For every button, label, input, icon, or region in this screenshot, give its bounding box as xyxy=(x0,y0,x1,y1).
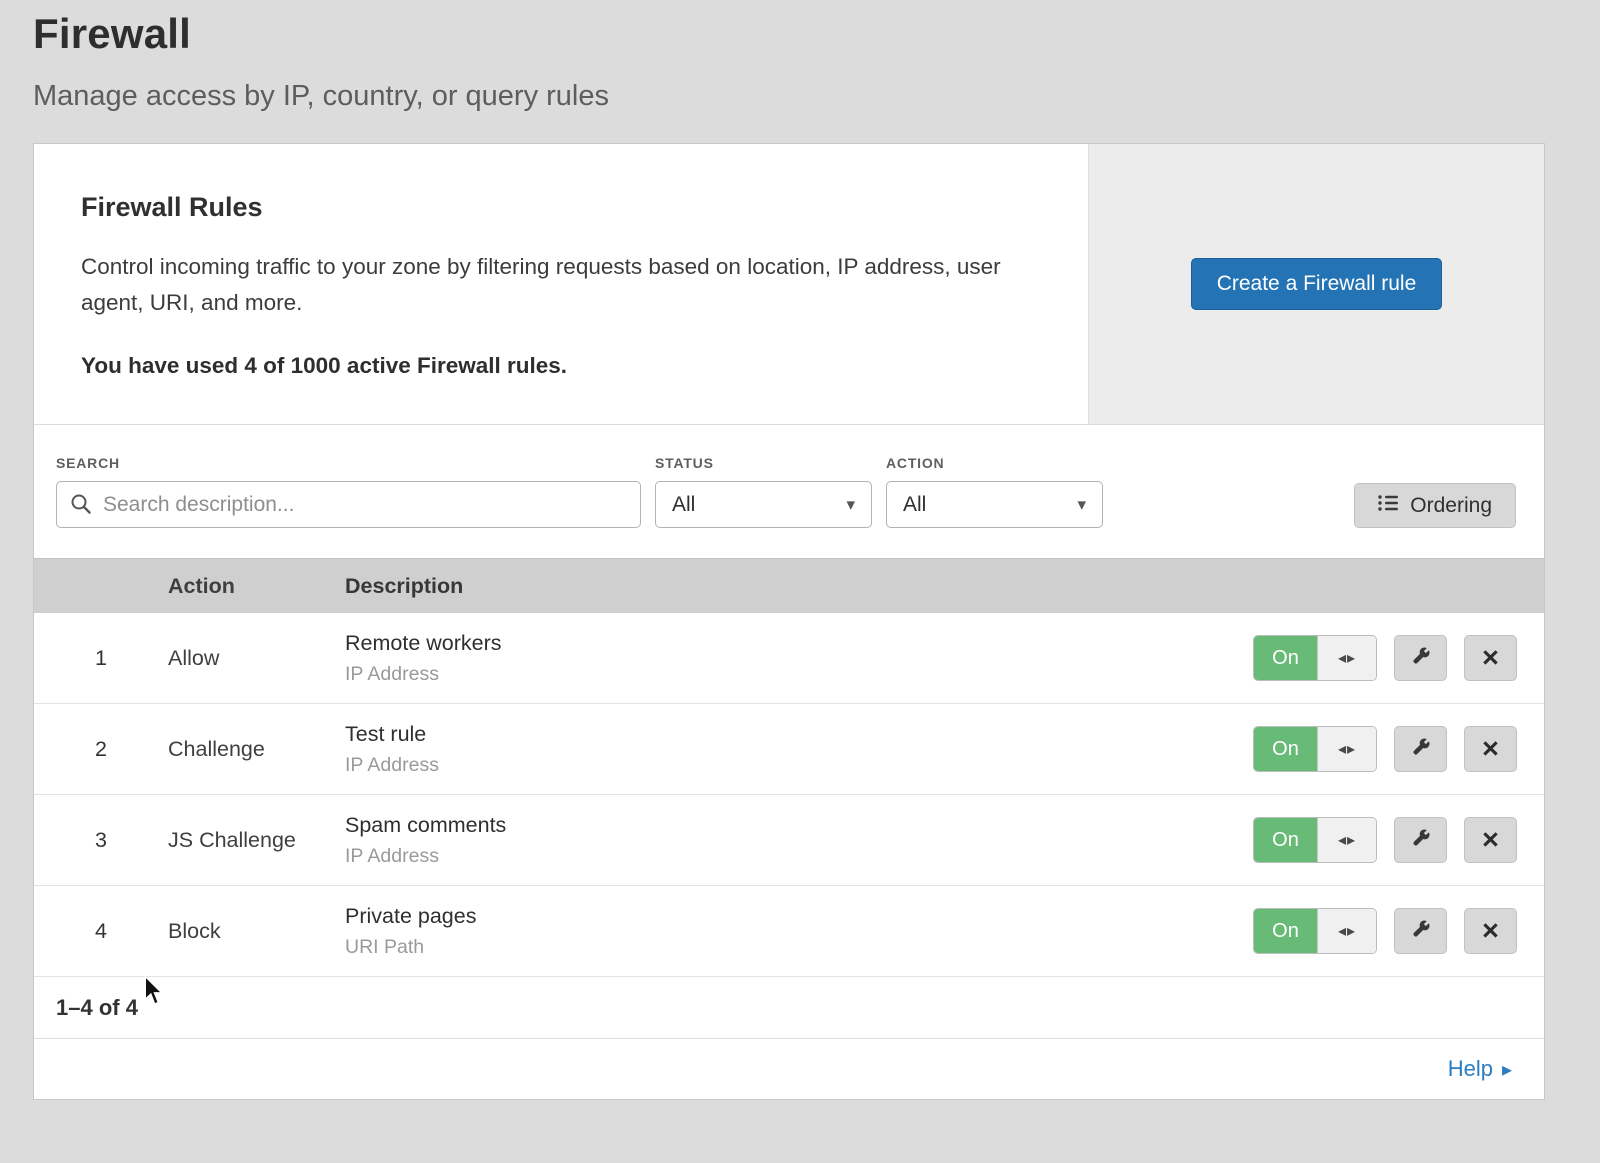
search-group: SEARCH xyxy=(56,455,641,528)
delete-rule-button[interactable]: × xyxy=(1464,817,1517,863)
rule-enabled-toggle[interactable]: On ◂▸ xyxy=(1253,726,1377,772)
card-top-section: Firewall Rules Control incoming traffic … xyxy=(34,144,1544,425)
table-row: 4 Block Private pages URI Path On ◂▸ × xyxy=(34,886,1544,977)
help-link[interactable]: Help ▸ xyxy=(1448,1056,1512,1082)
card-action-panel: Create a Firewall rule xyxy=(1088,144,1544,424)
table-row: 2 Challenge Test rule IP Address On ◂▸ × xyxy=(34,704,1544,795)
help-bar: Help ▸ xyxy=(34,1039,1544,1099)
rule-description: Spam comments xyxy=(345,813,1253,838)
edit-rule-button[interactable] xyxy=(1394,817,1447,863)
card-description: Control incoming traffic to your zone by… xyxy=(81,249,1028,321)
wrench-icon xyxy=(1411,646,1431,671)
pagination-status: 1–4 of 4 xyxy=(34,977,1544,1039)
ordering-label: Ordering xyxy=(1410,494,1492,518)
rule-description: Remote workers xyxy=(345,631,1253,656)
edit-rule-button[interactable] xyxy=(1394,726,1447,772)
delete-rule-button[interactable]: × xyxy=(1464,726,1517,772)
close-icon: × xyxy=(1482,735,1499,764)
chevron-down-icon: ▾ xyxy=(1077,495,1086,515)
search-label: SEARCH xyxy=(56,455,641,471)
rule-action: Challenge xyxy=(168,737,345,762)
delete-rule-button[interactable]: × xyxy=(1464,635,1517,681)
wrench-icon xyxy=(1411,919,1431,944)
toggle-handle-icon: ◂▸ xyxy=(1317,818,1376,862)
rule-description: Test rule xyxy=(345,722,1253,747)
rule-type: IP Address xyxy=(345,663,1253,686)
rule-type: URI Path xyxy=(345,936,1253,959)
rule-action: Allow xyxy=(168,646,345,671)
action-select[interactable]: All ▾ xyxy=(886,481,1103,528)
status-select[interactable]: All ▾ xyxy=(655,481,872,528)
rule-enabled-toggle[interactable]: On ◂▸ xyxy=(1253,908,1377,954)
toggle-handle-icon: ◂▸ xyxy=(1317,727,1376,771)
card-heading: Firewall Rules xyxy=(81,192,1028,223)
toggle-on-label: On xyxy=(1254,909,1317,953)
filter-bar: SEARCH STATUS All ▾ ACTION All ▾ xyxy=(34,425,1544,558)
edit-rule-button[interactable] xyxy=(1394,635,1447,681)
status-label: STATUS xyxy=(655,455,872,471)
close-icon: × xyxy=(1482,826,1499,855)
rule-action: JS Challenge xyxy=(168,828,345,853)
toggle-on-label: On xyxy=(1254,636,1317,680)
toggle-handle-icon: ◂▸ xyxy=(1317,909,1376,953)
ordering-list-icon xyxy=(1378,494,1399,518)
delete-rule-button[interactable]: × xyxy=(1464,908,1517,954)
table-header: Action Description xyxy=(34,558,1544,613)
rule-priority: 2 xyxy=(34,737,168,762)
rule-priority: 4 xyxy=(34,919,168,944)
table-row: 1 Allow Remote workers IP Address On ◂▸ … xyxy=(34,613,1544,704)
chevron-down-icon: ▾ xyxy=(846,495,855,515)
rule-action: Block xyxy=(168,919,345,944)
rule-type: IP Address xyxy=(345,754,1253,777)
toggle-on-label: On xyxy=(1254,727,1317,771)
status-group: STATUS All ▾ xyxy=(655,455,872,528)
create-firewall-rule-button[interactable]: Create a Firewall rule xyxy=(1191,258,1443,310)
firewall-card: Firewall Rules Control incoming traffic … xyxy=(33,143,1545,1100)
rule-priority: 1 xyxy=(34,646,168,671)
status-select-value: All xyxy=(672,493,695,517)
wrench-icon xyxy=(1411,737,1431,762)
action-select-value: All xyxy=(903,493,926,517)
rules-usage-text: You have used 4 of 1000 active Firewall … xyxy=(81,353,1028,379)
ordering-button[interactable]: Ordering xyxy=(1354,483,1516,528)
rule-type: IP Address xyxy=(345,845,1253,868)
rule-description: Private pages xyxy=(345,904,1253,929)
page-subtitle: Manage access by IP, country, or query r… xyxy=(33,80,1600,113)
action-group: ACTION All ▾ xyxy=(886,455,1103,528)
close-icon: × xyxy=(1482,917,1499,946)
help-label: Help xyxy=(1448,1056,1493,1082)
toggle-on-label: On xyxy=(1254,818,1317,862)
table-row: 3 JS Challenge Spam comments IP Address … xyxy=(34,795,1544,886)
edit-rule-button[interactable] xyxy=(1394,908,1447,954)
wrench-icon xyxy=(1411,828,1431,853)
action-label: ACTION xyxy=(886,455,1103,471)
search-icon xyxy=(69,492,93,521)
page-header: Firewall Manage access by IP, country, o… xyxy=(0,0,1600,113)
page-title: Firewall xyxy=(33,10,1600,58)
card-intro: Firewall Rules Control incoming traffic … xyxy=(34,144,1088,424)
rule-enabled-toggle[interactable]: On ◂▸ xyxy=(1253,635,1377,681)
action-column-header: Action xyxy=(168,574,345,599)
rule-enabled-toggle[interactable]: On ◂▸ xyxy=(1253,817,1377,863)
rule-priority: 3 xyxy=(34,828,168,853)
close-icon: × xyxy=(1482,644,1499,673)
toggle-handle-icon: ◂▸ xyxy=(1317,636,1376,680)
description-column-header: Description xyxy=(345,574,1544,599)
help-arrow-icon: ▸ xyxy=(1502,1057,1512,1082)
search-input[interactable] xyxy=(56,481,641,528)
